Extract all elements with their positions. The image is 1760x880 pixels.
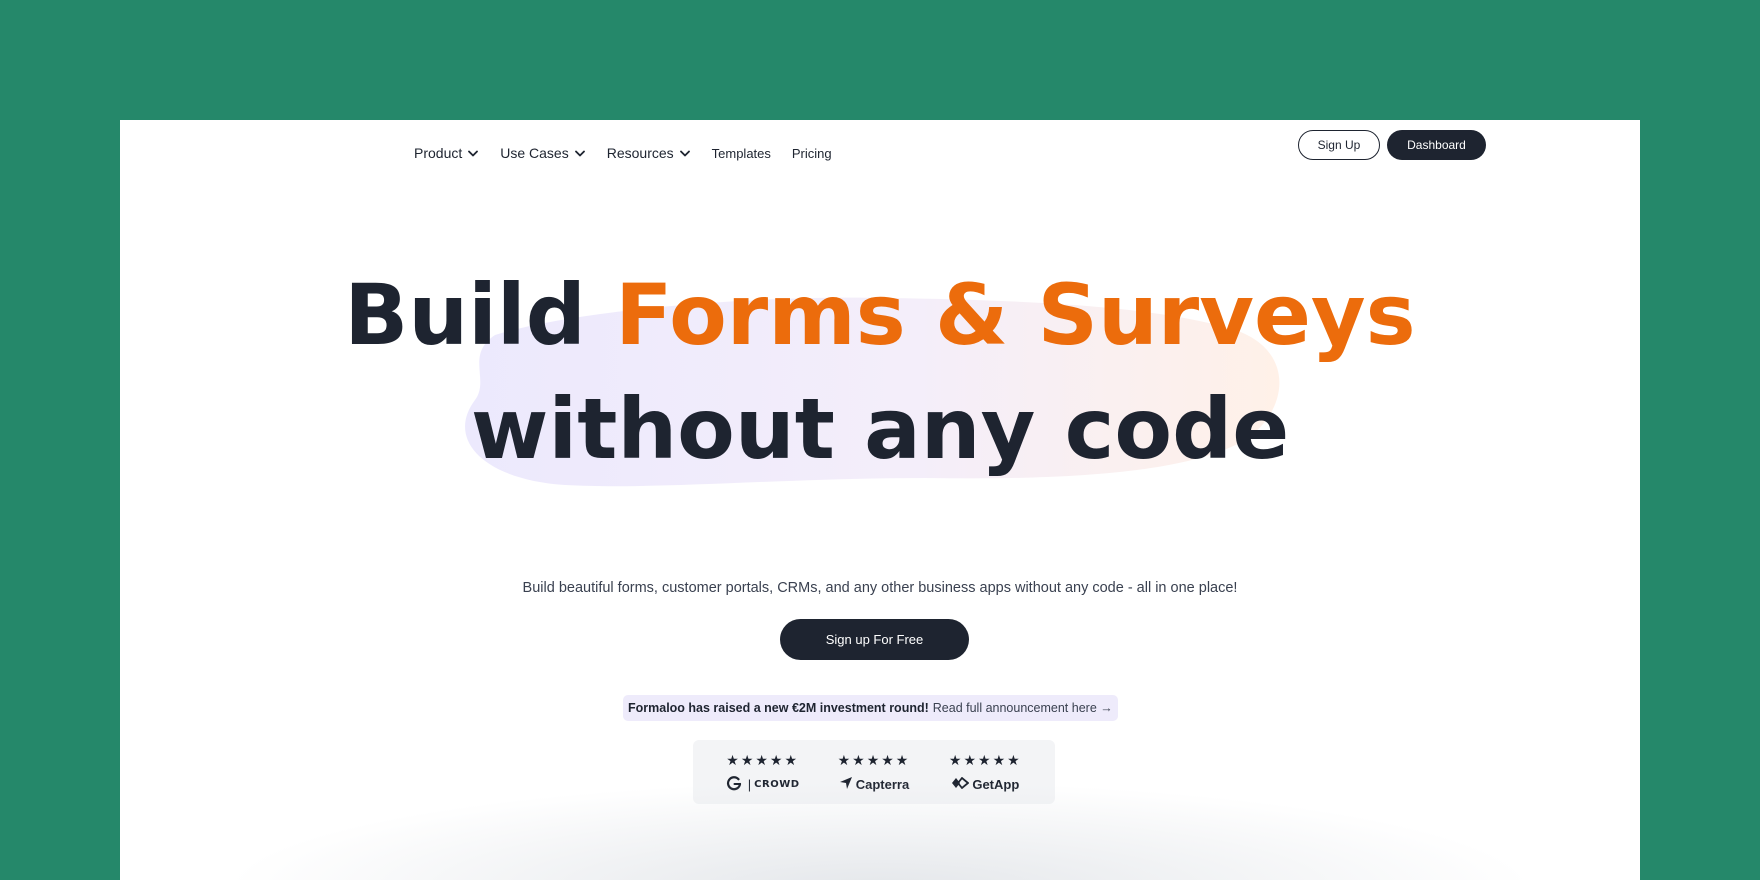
announcement-banner[interactable]: Formaloo has raised a new €2M investment… bbox=[623, 695, 1118, 721]
rating-g2[interactable]: ★★★★★ | CROWD bbox=[713, 751, 813, 793]
announcement-text: Formaloo has raised a new €2M investment… bbox=[628, 701, 929, 715]
star-rating: ★★★★★ bbox=[948, 752, 1022, 768]
chevron-down-icon bbox=[574, 147, 586, 159]
rating-capterra[interactable]: ★★★★★ Capterra bbox=[824, 751, 924, 793]
nav-item-product[interactable]: Product bbox=[414, 145, 479, 161]
star-rating: ★★★★★ bbox=[726, 752, 800, 768]
brand-name: Capterra bbox=[855, 776, 910, 792]
getapp-logo: GetApp bbox=[951, 775, 1019, 793]
hero-title-part1: Build bbox=[344, 266, 616, 364]
hero-subtitle: Build beautiful forms, customer portals,… bbox=[522, 580, 1238, 596]
nav-item-label: Templates bbox=[711, 145, 771, 161]
brand-name: CROWD bbox=[754, 778, 800, 790]
nav-item-pricing[interactable]: Pricing bbox=[792, 146, 832, 161]
capterra-logo-icon bbox=[839, 776, 856, 793]
announcement-link[interactable]: Read full announcement here → bbox=[933, 701, 1113, 715]
rating-getapp[interactable]: ★★★★★ GetApp bbox=[935, 751, 1035, 793]
capterra-logo: Capterra bbox=[839, 775, 909, 793]
sign-up-button[interactable]: Sign Up bbox=[1298, 130, 1380, 160]
chevron-down-icon bbox=[679, 147, 691, 159]
page-frame: Product Use Cases Resources Templates Pr… bbox=[120, 120, 1640, 880]
nav-item-use-cases[interactable]: Use Cases bbox=[500, 145, 585, 161]
hero-title-line2: without any code bbox=[470, 380, 1290, 478]
sign-up-free-button[interactable]: Sign up For Free bbox=[780, 619, 969, 660]
nav-item-label: Product bbox=[414, 145, 463, 161]
star-rating: ★★★★★ bbox=[837, 752, 911, 768]
hero-title-accent: Forms & Surveys bbox=[615, 266, 1416, 364]
ratings-panel: ★★★★★ | CROWD ★★★★★ Capterra ★★★★★ GetAp… bbox=[693, 740, 1055, 804]
g2-logo-icon bbox=[726, 775, 745, 794]
main-nav: Product Use Cases Resources Templates Pr… bbox=[414, 137, 853, 169]
dashboard-button[interactable]: Dashboard bbox=[1387, 130, 1486, 160]
nav-item-label: Pricing bbox=[791, 145, 832, 161]
brand-name: GetApp bbox=[972, 776, 1020, 792]
g2-logo: | CROWD bbox=[726, 775, 800, 793]
getapp-logo-icon bbox=[951, 776, 972, 792]
chevron-down-icon bbox=[467, 147, 479, 159]
nav-item-resources[interactable]: Resources bbox=[607, 145, 691, 161]
nav-item-templates[interactable]: Templates bbox=[712, 146, 771, 161]
nav-item-label: Resources bbox=[606, 145, 674, 161]
hero-title: Build Forms & Surveys without any code bbox=[120, 258, 1640, 486]
nav-item-label: Use Cases bbox=[500, 145, 569, 161]
nav-actions: Sign Up Dashboard bbox=[1298, 130, 1486, 160]
